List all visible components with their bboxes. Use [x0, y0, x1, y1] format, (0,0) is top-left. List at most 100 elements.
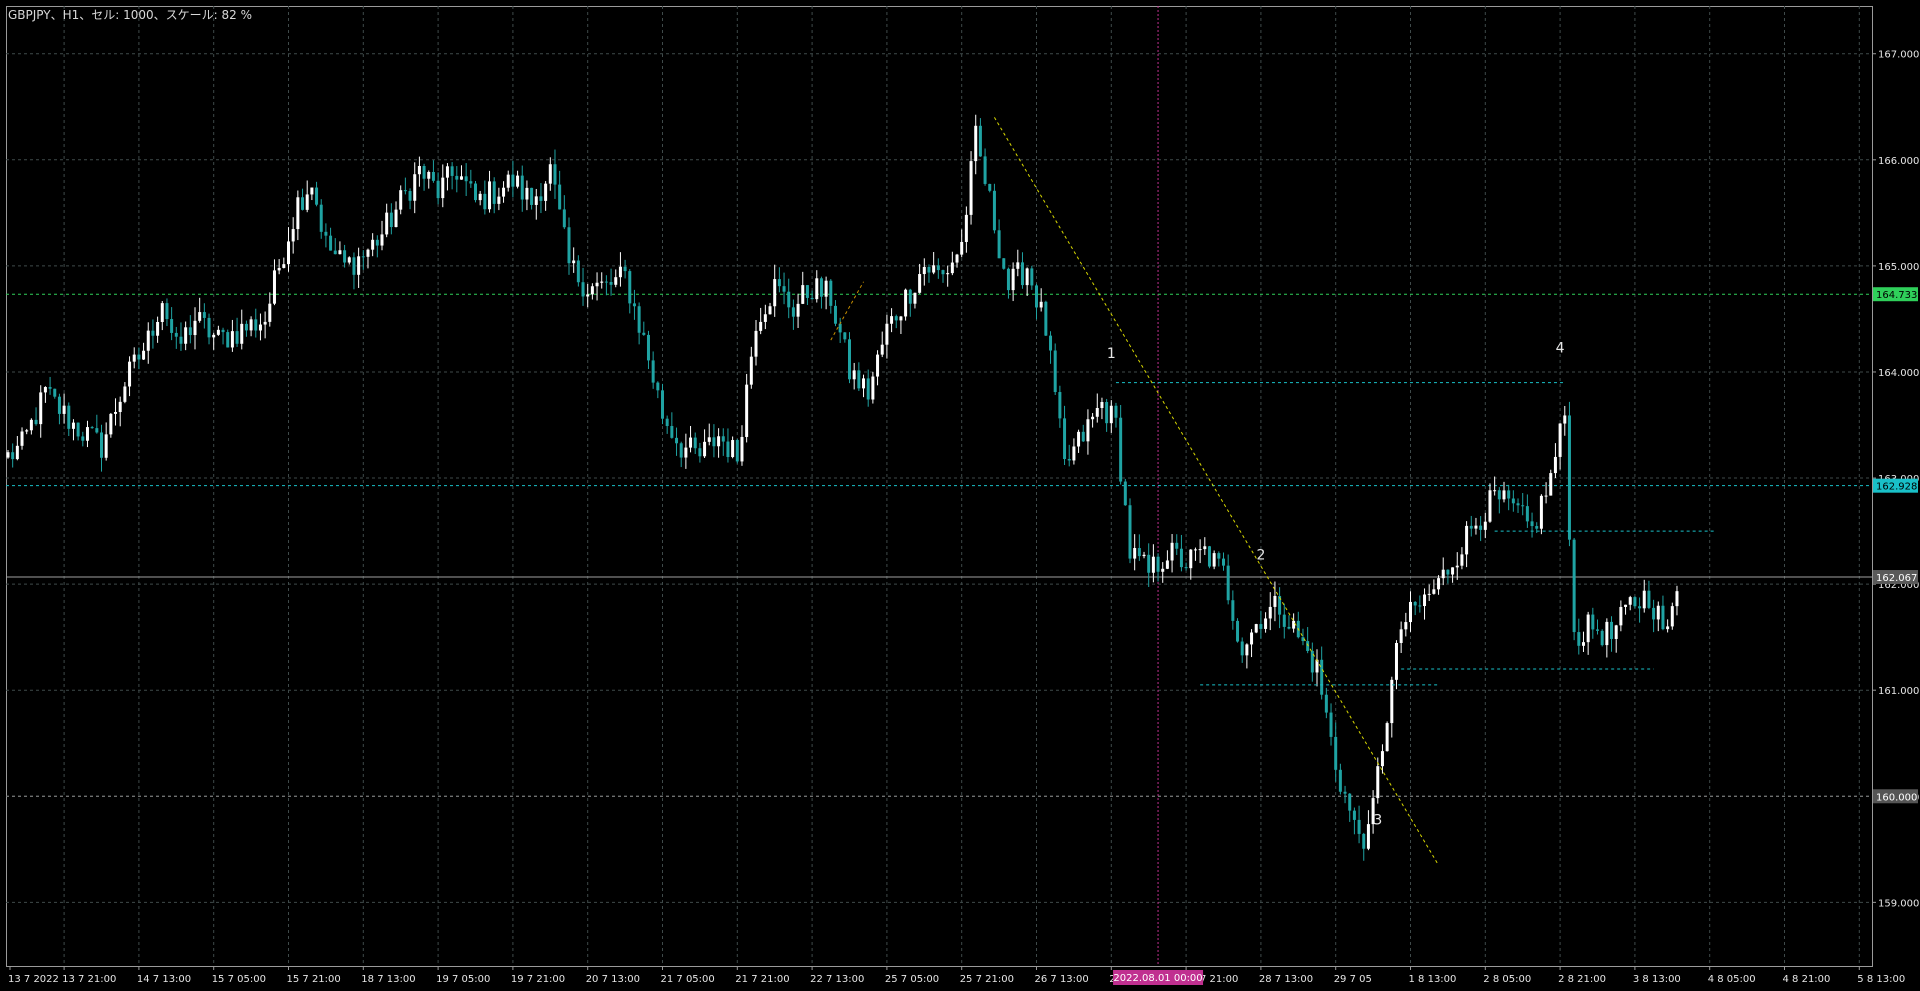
x-tick-label: 22 7 13:00 — [810, 974, 864, 985]
candle-bear — [1652, 607, 1656, 620]
wave-label: 4 — [1556, 341, 1565, 357]
x-tick-label: 20 7 13:00 — [586, 974, 640, 985]
candle-bull — [128, 361, 132, 387]
candle-bear — [53, 388, 57, 397]
candle-bull — [118, 401, 122, 413]
candle-bull — [371, 239, 375, 250]
candle-bear — [1058, 392, 1062, 419]
candle-bull — [399, 190, 403, 210]
candle-bear — [352, 257, 356, 275]
price-tag-label: 160.000 — [1876, 792, 1917, 803]
candle-bear — [1179, 548, 1183, 568]
candle-bear — [221, 329, 225, 333]
candle-bear — [422, 165, 426, 179]
candle-bear — [562, 209, 566, 228]
candle-bear — [721, 436, 725, 442]
candle-bull — [71, 422, 75, 429]
candle-bear — [1591, 614, 1595, 630]
candle-bear — [1067, 459, 1071, 461]
candle-bull — [1558, 423, 1562, 457]
candle-bull — [1460, 554, 1464, 566]
candle-bear — [1114, 405, 1118, 418]
candle-bull — [1586, 614, 1590, 643]
candle-bull — [1212, 553, 1216, 567]
candle-bull — [1366, 824, 1370, 849]
candle-bear — [679, 443, 683, 458]
candle-bear — [1231, 600, 1235, 621]
candle-bear — [637, 306, 641, 333]
candle-bear — [1119, 417, 1123, 482]
chart-area[interactable]: 13 7 2022 13 7 21:00 14 7 13:00 15 7 05:00 1… — [0, 0, 1920, 987]
y-tick-label: 166.000 — [1878, 156, 1919, 167]
candle-bear — [1259, 624, 1263, 629]
candle-bear — [469, 181, 473, 184]
candle-bear — [333, 250, 337, 255]
candle-bear — [670, 426, 674, 438]
x-tick-label: 28 7 13:00 — [1259, 974, 1313, 985]
candle-bear — [1567, 415, 1571, 540]
candle-bear — [492, 181, 496, 204]
candle-bear — [315, 187, 319, 205]
candle-bear — [1128, 505, 1132, 559]
candle-bear — [174, 332, 178, 337]
candle-bull — [1549, 473, 1553, 496]
candle-bull — [347, 257, 351, 263]
candle-bull — [707, 437, 711, 442]
candle-bear — [90, 427, 94, 429]
candle-bull — [548, 164, 552, 184]
candle-bull — [394, 209, 398, 228]
candle-bull — [852, 370, 856, 380]
candle-bull — [703, 441, 707, 457]
candle-bear — [1352, 810, 1356, 820]
candle-bear — [604, 281, 608, 283]
candle-bear — [936, 265, 940, 271]
candle-bull — [955, 254, 959, 263]
candle-bear — [1207, 546, 1211, 567]
x-tick-label: 29 7 05 — [1334, 974, 1372, 985]
candle-bear — [450, 166, 454, 176]
candle-bull — [1193, 549, 1197, 551]
candle-bull — [1254, 624, 1258, 633]
candle-bull — [1666, 626, 1670, 630]
candle-bear — [1525, 506, 1529, 522]
candle-bull — [590, 286, 594, 295]
candle-bull — [198, 312, 202, 321]
candle-bull — [932, 265, 936, 273]
candle-bull — [305, 194, 309, 210]
candle-bear — [1600, 630, 1604, 646]
candle-bear — [712, 437, 716, 447]
candle-bull — [441, 177, 445, 199]
candle-bull — [506, 174, 510, 188]
candle-bull — [1539, 495, 1543, 529]
candle-bear — [95, 428, 99, 433]
x-tick-label: 5 8 13:00 — [1857, 974, 1905, 985]
candle-bull — [1095, 408, 1099, 417]
candle-bear — [408, 191, 412, 201]
candle-bull — [1399, 629, 1403, 643]
x-tick-label: 25 7 21:00 — [960, 974, 1014, 985]
candle-bear — [992, 190, 996, 231]
candle-bull — [876, 354, 880, 377]
candle-bull — [502, 187, 506, 197]
candle-bear — [1123, 481, 1127, 506]
price-chart[interactable]: 13 7 2022 13 7 21:00 14 7 13:00 15 7 05:00 1… — [0, 0, 1920, 987]
candle-bull — [964, 214, 968, 242]
candle-bear — [1217, 553, 1221, 559]
candle-bull — [1423, 594, 1427, 607]
candle-bear — [1661, 605, 1665, 630]
candle-bull — [1409, 601, 1412, 623]
candle-bull — [1642, 590, 1646, 609]
x-tick-label: 2 8 21:00 — [1558, 974, 1606, 985]
candle-bull — [1142, 554, 1146, 557]
price-tag-label: 164.733 — [1876, 290, 1917, 301]
candle-bull — [263, 321, 267, 325]
x-tick-label: 19 7 05:00 — [436, 974, 490, 985]
candle-bull — [20, 431, 24, 446]
candle-bear — [656, 382, 660, 391]
candle-bear — [1338, 769, 1342, 792]
candle-bull — [1488, 490, 1492, 522]
candle-bull — [1250, 632, 1254, 645]
candle-bull — [614, 277, 618, 285]
candle-bear — [1282, 614, 1286, 627]
candle-bear — [81, 436, 85, 441]
